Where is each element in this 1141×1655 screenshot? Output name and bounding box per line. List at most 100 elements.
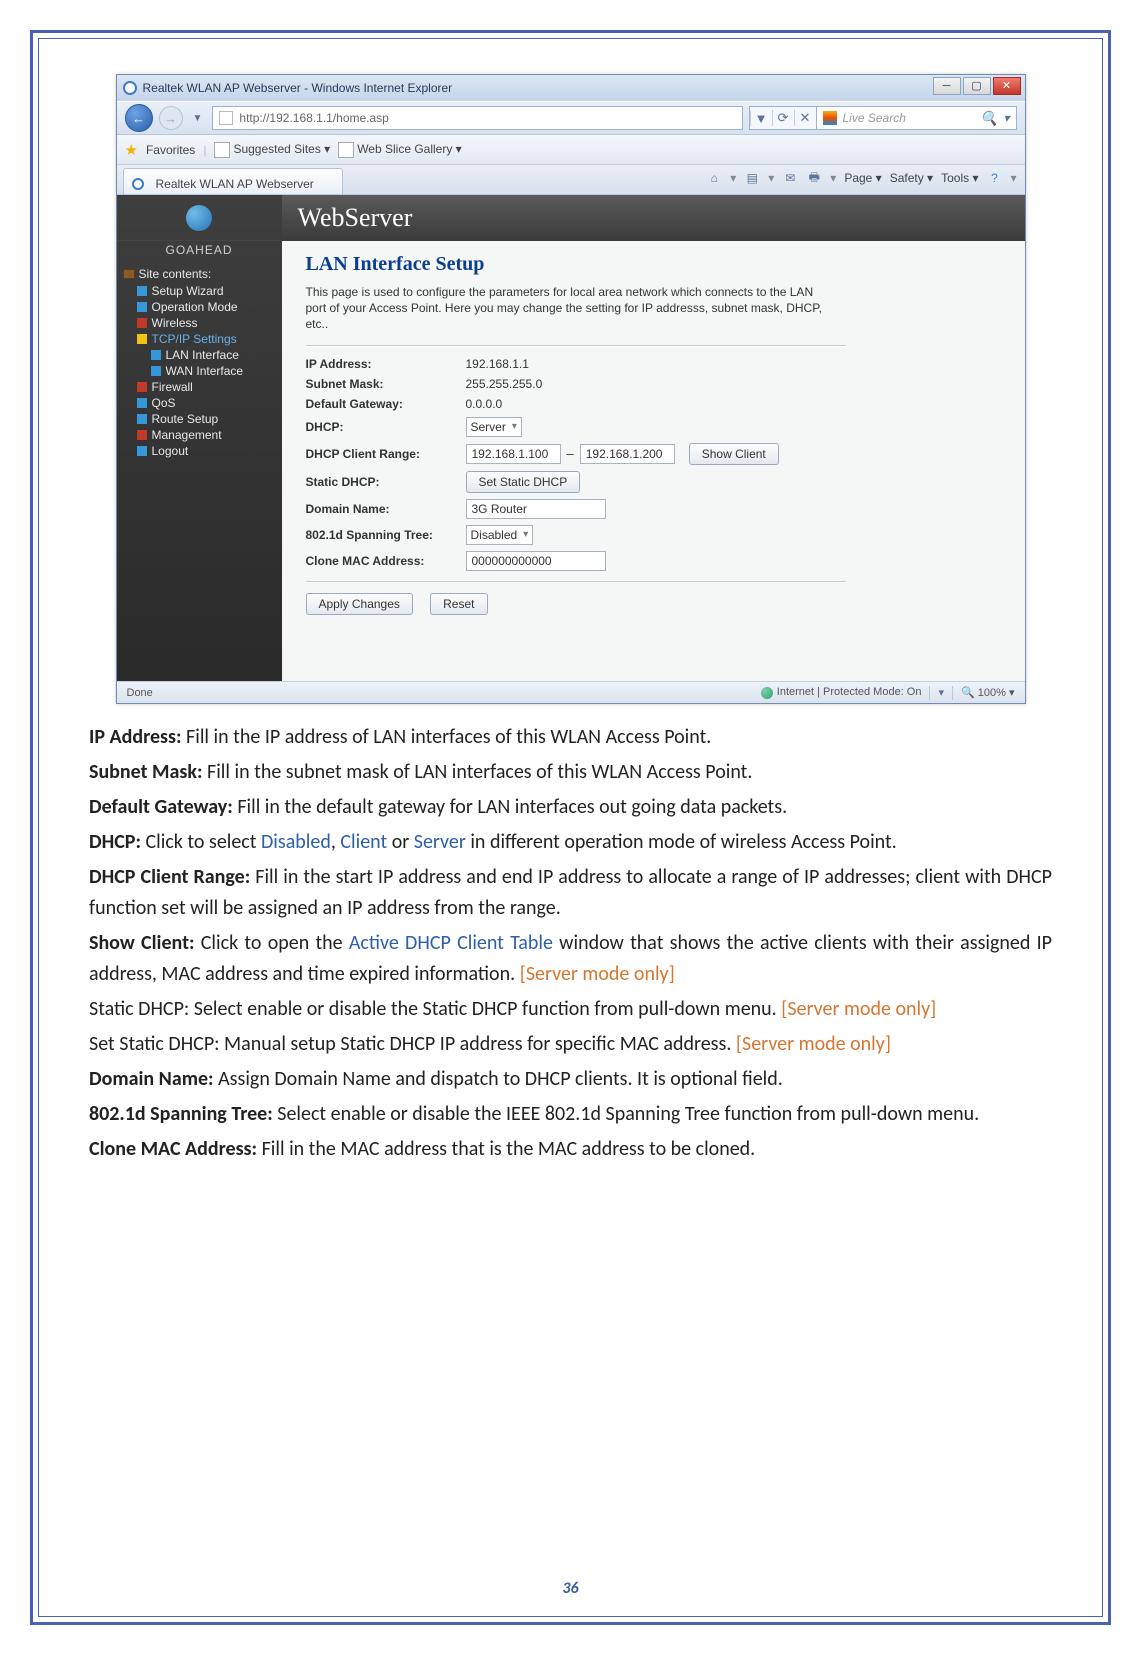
mail-icon[interactable]: ✉ [782, 170, 798, 186]
def-mac-label: Clone MAC Address: [89, 1137, 257, 1161]
mac-label: Clone MAC Address: [306, 554, 466, 568]
note-server-only-1: [Server mode only] [520, 962, 675, 986]
title-bar: Realtek WLAN AP Webserver - Windows Inte… [117, 75, 1025, 101]
favorites-label[interactable]: Favorites [146, 143, 195, 157]
tab-title: Realtek WLAN AP Webserver [156, 177, 314, 191]
set-static-dhcp-button[interactable]: Set Static DHCP [466, 471, 581, 493]
page-title: LAN Interface Setup [306, 253, 1001, 276]
search-input[interactable]: Live Search 🔍 ▾ [817, 106, 1017, 130]
status-bar: Done Internet | Protected Mode: On ▾ 🔍 1… [117, 681, 1025, 703]
minimize-button[interactable]: ─ [933, 77, 961, 95]
sidebar-item-route-setup[interactable]: Route Setup [123, 411, 276, 427]
ip-value: 192.168.1.1 [466, 357, 529, 371]
sidebar-item-wireless[interactable]: Wireless [123, 315, 276, 331]
link-server: Server [414, 830, 466, 854]
maximize-button[interactable]: ▢ [963, 77, 991, 95]
sidebar-item-logout[interactable]: Logout [123, 443, 276, 459]
note-server-only-3: [Server mode only] [736, 1032, 891, 1056]
sidebar-item-setup-wizard[interactable]: Setup Wizard [123, 283, 276, 299]
stp-label: 802.1d Spanning Tree: [306, 528, 466, 542]
divider [306, 581, 846, 583]
feed-icon[interactable]: ▤ [744, 170, 760, 186]
address-bar: ← → ▼ http://192.168.1.1/home.asp ▼⟳✕ Li… [117, 101, 1025, 135]
apply-button[interactable]: Apply Changes [306, 593, 413, 615]
status-done: Done [127, 687, 153, 699]
tree-root[interactable]: Site contents: [123, 267, 276, 281]
def-stp-text: Select enable or disable the IEEE 802.1d… [273, 1102, 979, 1126]
gw-value: 0.0.0.0 [466, 397, 503, 411]
favorites-star-icon[interactable]: ★ [125, 141, 138, 159]
range-start-input[interactable]: 192.168.1.100 [466, 444, 561, 464]
goahead-globe-icon [186, 205, 212, 231]
tools-menu[interactable]: Tools ▾ [941, 171, 978, 185]
def-ip-text: Fill in the IP address of LAN interfaces… [182, 725, 712, 749]
def-dhcp-label: DHCP: [89, 830, 141, 854]
sidebar-item-lan[interactable]: LAN Interface [123, 347, 276, 363]
search-icon[interactable]: 🔍 [980, 110, 997, 127]
suggested-sites-link[interactable]: Suggested Sites ▾ [214, 142, 330, 158]
def-mask-text: Fill in the subnet mask of LAN interface… [203, 760, 753, 784]
page-menu[interactable]: Page ▾ [844, 171, 881, 185]
main-panel: WebServer LAN Interface Setup This page … [282, 195, 1025, 681]
def-gw-text: Fill in the default gateway for LAN inte… [233, 795, 787, 819]
mask-label: Subnet Mask: [306, 377, 466, 391]
mac-input[interactable]: 000000000000 [466, 551, 606, 571]
dhcp-label: DHCP: [306, 420, 466, 434]
domain-input[interactable]: 3G Router [466, 499, 606, 519]
sidebar-item-operation-mode[interactable]: Operation Mode [123, 299, 276, 315]
dash: – [567, 446, 574, 461]
close-button[interactable]: ✕ [993, 77, 1021, 95]
search-placeholder: Live Search [843, 111, 906, 125]
print-icon[interactable]: 🖶 [806, 170, 822, 186]
url-input[interactable]: http://192.168.1.1/home.asp [212, 106, 742, 130]
web-slice-gallery-link[interactable]: Web Slice Gallery ▾ [338, 142, 462, 158]
tab-active[interactable]: Realtek WLAN AP Webserver [123, 168, 343, 194]
url-text: http://192.168.1.1/home.asp [239, 111, 388, 125]
def-static-text: Static DHCP: Select enable or disable th… [89, 997, 781, 1021]
safety-menu[interactable]: Safety ▾ [890, 171, 933, 185]
gw-label: Default Gateway: [306, 397, 466, 411]
def-ip-label: IP Address: [89, 725, 182, 749]
globe-icon [761, 687, 773, 699]
reset-button[interactable]: Reset [430, 593, 487, 615]
book-icon [123, 269, 135, 279]
range-end-input[interactable]: 192.168.1.200 [580, 444, 675, 464]
tab-strip: Realtek WLAN AP Webserver ⌂▾ ▤▾ ✉ 🖶▾ Pag… [117, 165, 1025, 195]
zoom-level[interactable]: 🔍 100% ▾ [961, 686, 1014, 699]
def-show-label: Show Client: [89, 931, 195, 955]
search-dropdown-icon[interactable]: ▾ [1003, 111, 1009, 125]
nav-history-dropdown[interactable]: ▼ [193, 113, 203, 124]
sidebar-item-wan[interactable]: WAN Interface [123, 363, 276, 379]
def-setstatic-text: Set Static DHCP: Manual setup Static DHC… [89, 1032, 736, 1056]
def-range-label: DHCP Client Range: [89, 865, 250, 889]
static-dhcp-label: Static DHCP: [306, 475, 466, 489]
def-stp-label: 802.1d Spanning Tree: [89, 1102, 273, 1126]
def-domain-label: Domain Name: [89, 1067, 214, 1091]
back-button[interactable]: ← [125, 104, 153, 132]
sidebar: GOAHEAD Site contents: Setup Wizard Oper… [117, 195, 282, 681]
sidebar-item-firewall[interactable]: Firewall [123, 379, 276, 395]
home-icon[interactable]: ⌂ [706, 170, 722, 186]
stp-select[interactable]: Disabled▾ [466, 525, 534, 545]
sidebar-item-tcpip[interactable]: TCP/IP Settings [123, 331, 276, 347]
help-icon[interactable]: ? [986, 170, 1002, 186]
bing-icon [823, 111, 837, 125]
dhcp-select[interactable]: Server▾ [466, 417, 522, 437]
page-icon [219, 111, 233, 125]
sidebar-item-management[interactable]: Management [123, 427, 276, 443]
command-bar: ⌂▾ ▤▾ ✉ 🖶▾ Page ▾ Safety ▾ Tools ▾ ?▾ [706, 170, 1016, 186]
main-header: WebServer [282, 195, 1025, 241]
def-domain-text: Assign Domain Name and dispatch to DHCP … [214, 1067, 783, 1091]
url-actions[interactable]: ▼⟳✕ [749, 106, 817, 130]
ip-label: IP Address: [306, 357, 466, 371]
content-area: GOAHEAD Site contents: Setup Wizard Oper… [117, 195, 1025, 681]
divider [306, 345, 846, 347]
page-description: This page is used to configure the param… [306, 284, 826, 333]
protected-mode-dropdown[interactable]: ▾ [938, 686, 944, 699]
show-client-button[interactable]: Show Client [689, 443, 779, 465]
sidebar-item-qos[interactable]: QoS [123, 395, 276, 411]
note-server-only-2: [Server mode only] [781, 997, 936, 1021]
page-number: 36 [39, 1579, 1102, 1598]
link-disabled: Disabled [261, 830, 331, 854]
forward-button[interactable]: → [159, 106, 183, 130]
